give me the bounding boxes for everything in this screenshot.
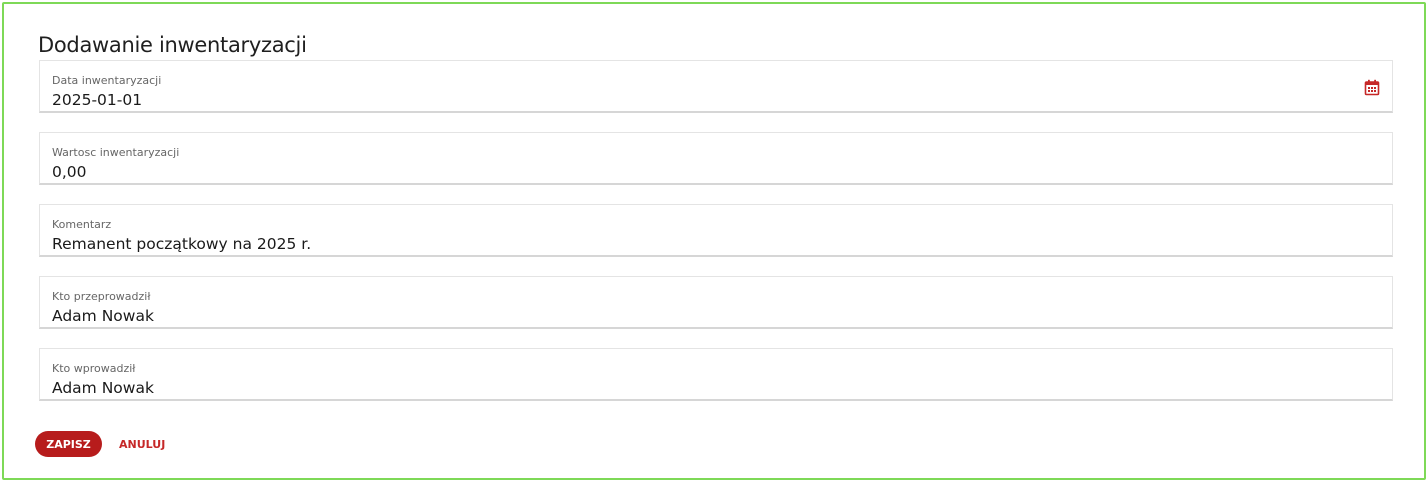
comment-field-label: Komentarz <box>52 218 112 231</box>
calendar-icon[interactable] <box>1364 79 1380 96</box>
cancel-button[interactable]: ANULUJ <box>111 431 173 457</box>
date-field[interactable]: Data inwentaryzacji 2025-01-01 <box>39 60 1393 113</box>
value-field-value[interactable]: 0,00 <box>52 163 87 181</box>
comment-field-value[interactable]: Remanent początkowy na 2025 r. <box>52 235 311 253</box>
value-field-label: Wartosc inwentaryzacji <box>52 146 180 159</box>
date-field-value[interactable]: 2025-01-01 <box>52 91 142 109</box>
entered-by-field[interactable]: Kto wprowadził Adam Nowak <box>39 348 1393 401</box>
entered-by-field-label: Kto wprowadził <box>52 362 136 375</box>
conducted-by-field-label: Kto przeprowadził <box>52 290 151 303</box>
conducted-by-field-value[interactable]: Adam Nowak <box>52 307 154 325</box>
date-field-label: Data inwentaryzacji <box>52 74 162 87</box>
conducted-by-field[interactable]: Kto przeprowadził Adam Nowak <box>39 276 1393 329</box>
comment-field[interactable]: Komentarz Remanent początkowy na 2025 r. <box>39 204 1393 257</box>
value-field[interactable]: Wartosc inwentaryzacji 0,00 <box>39 132 1393 185</box>
save-button[interactable]: ZAPISZ <box>35 431 102 457</box>
form-title: Dodawanie inwentaryzacji <box>38 33 307 57</box>
entered-by-field-value[interactable]: Adam Nowak <box>52 379 154 397</box>
form-panel: Dodawanie inwentaryzacji Data inwentaryz… <box>2 2 1426 480</box>
